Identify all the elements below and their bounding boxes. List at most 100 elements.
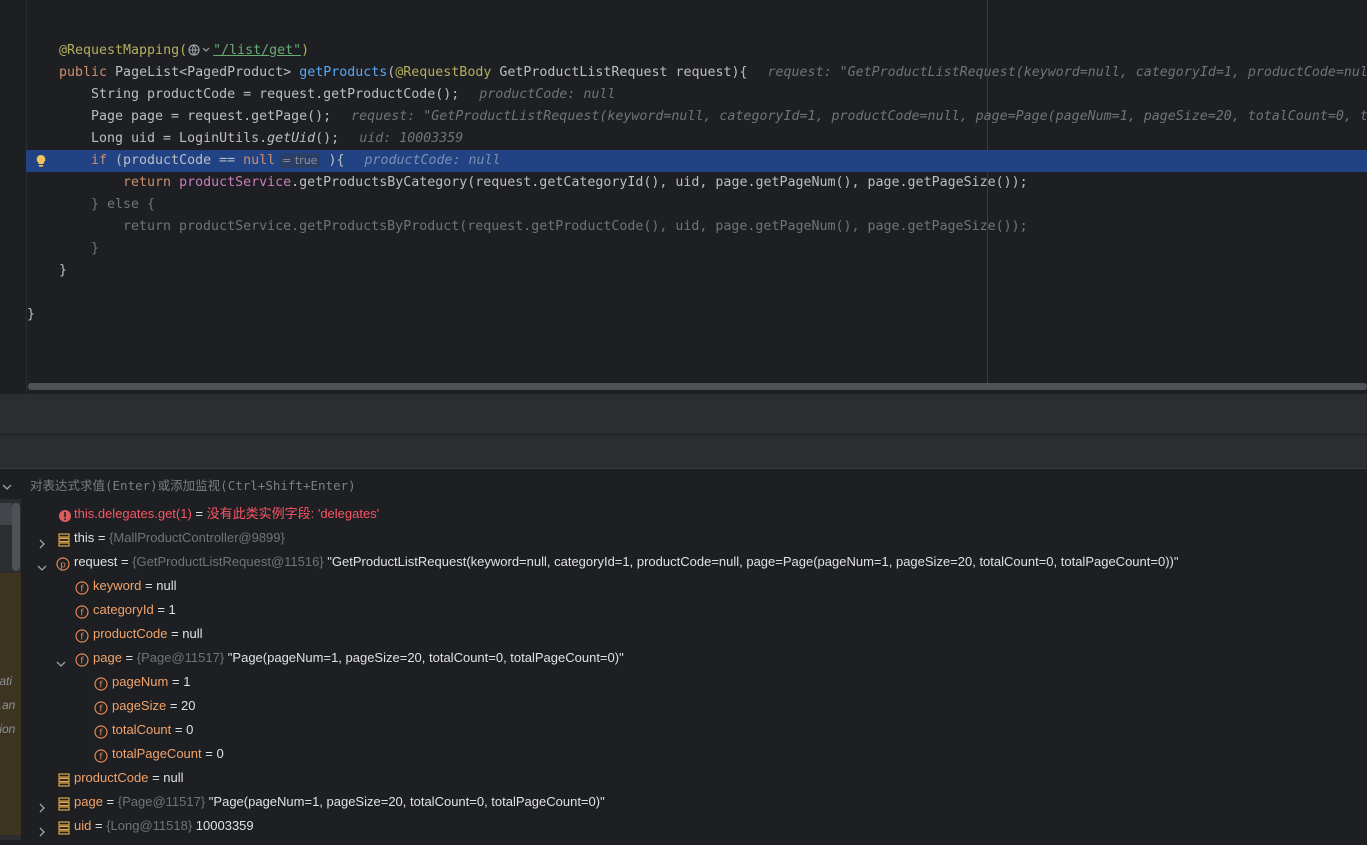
code-line-3[interactable]: Long uid = LoginUtils.getUid(); uid: 1000… (0, 128, 1367, 150)
keyword-else: else (107, 197, 140, 212)
request-mapping-path: "/list/get" (213, 43, 302, 58)
equals-sign: = (191, 506, 207, 521)
code-line-return-category[interactable]: return productService.getProductsByCateg… (0, 172, 1367, 194)
variables-panel[interactable]: this.delegates.get(1) = 没有此类实例字段: 'deleg… (22, 499, 1367, 840)
svg-text:f: f (99, 681, 103, 691)
code-line-close-class[interactable]: } (0, 304, 1367, 326)
execution-point-line[interactable]: if (productCode == null = true ){productC… (26, 150, 1367, 172)
frames-scrollbar[interactable] (12, 503, 20, 571)
code-line-2[interactable]: Page page = request.getPage(); request: "… (0, 106, 1367, 128)
brace: } (59, 263, 68, 278)
chevron-right-icon[interactable] (37, 821, 47, 837)
chevron-down-icon[interactable] (37, 557, 47, 571)
equals-sign: = (102, 794, 118, 809)
field-icon: f (94, 747, 108, 763)
frame-item[interactable]: tati (0, 674, 12, 688)
svg-text:p: p (60, 561, 66, 571)
equals-sign: = (167, 626, 183, 641)
code-line-method-signature[interactable]: public PageList<PagedProduct> getProduct… (0, 62, 1367, 84)
if-close: ){ (320, 153, 345, 168)
chevron-down-icon[interactable] (56, 653, 66, 667)
field-row-totalpagecount[interactable]: f totalPageCount = 0 (22, 742, 1367, 766)
chevron-down-icon[interactable] (2, 477, 12, 490)
frame-item[interactable]: tion (0, 722, 15, 736)
code-text-end: (); (315, 131, 340, 146)
variable-row-this[interactable]: this = {MallProductController@9899} (22, 526, 1367, 550)
variable-row-page[interactable]: page = {Page@11517} "Page(pageNum=1, pag… (22, 790, 1367, 814)
variable-row-request[interactable]: p request = {GetProductListRequest@11516… (22, 550, 1367, 574)
globe-icon[interactable] (187, 43, 213, 57)
keyword-if: if (91, 153, 108, 168)
frames-panel[interactable]: tati l.an tion (0, 499, 21, 840)
svg-text:f: f (99, 705, 103, 715)
field-name: pageSize (112, 698, 167, 713)
field-name: productCode (93, 626, 168, 641)
equals-sign: = (141, 578, 157, 593)
code-editor[interactable]: @RequestMapping("/list/get") public Page… (0, 0, 1367, 393)
code-line-annotation[interactable]: @RequestMapping("/list/get") (0, 40, 1367, 62)
field-value: 20 (181, 698, 196, 713)
variable-row-uid[interactable]: uid = {Long@11518} 10003359 (22, 814, 1367, 838)
code-line-else[interactable]: } else { (0, 194, 1367, 216)
field-name: page (93, 650, 122, 665)
field-row-totalcount[interactable]: f totalCount = 0 (22, 718, 1367, 742)
equals-sign: = (94, 530, 110, 545)
field-value: "Page(pageNum=1, pageSize=20, totalCount… (224, 650, 624, 665)
field-row-pagenum[interactable]: f pageNum = 1 (22, 670, 1367, 694)
code-line-close-method[interactable]: } (0, 260, 1367, 282)
keyword-null: null (243, 153, 276, 168)
inline-debug-hint: request: "GetProductListRequest(keyword=… (767, 65, 1367, 80)
static-method-call: getUid (267, 131, 316, 146)
if-condition: (productCode == (107, 153, 244, 168)
horizontal-scrollbar[interactable] (28, 383, 1367, 390)
field-row-categoryid[interactable]: f categoryId = 1 (22, 598, 1367, 622)
watch-row-error[interactable]: this.delegates.get(1) = 没有此类实例字段: 'deleg… (22, 502, 1367, 526)
chevron-right-icon[interactable] (37, 533, 47, 549)
frames-selected-row[interactable] (0, 503, 12, 525)
svg-text:f: f (80, 633, 84, 643)
keyword-return: return (123, 175, 172, 190)
svg-text:f: f (99, 753, 103, 763)
inline-debug-hint: uid: 10003359 (359, 131, 464, 146)
field-row-pagesize[interactable]: f pageSize = 20 (22, 694, 1367, 718)
else-open-brace: { (139, 197, 156, 212)
field-row-keyword[interactable]: f keyword = null (22, 574, 1367, 598)
equals-sign: = (166, 698, 182, 713)
field-icon: f (94, 723, 108, 739)
brace: } (91, 241, 100, 256)
svg-text:f: f (80, 609, 84, 619)
field-name: pageNum (112, 674, 169, 689)
equals-sign: = (201, 746, 217, 761)
code-line-1[interactable]: String productCode = request.getProductC… (0, 84, 1367, 106)
equals-sign: = (153, 602, 169, 617)
variable-icon (57, 819, 71, 835)
field-row-productcode[interactable]: f productCode = null (22, 622, 1367, 646)
variable-value: "GetProductListRequest(keyword=null, cat… (323, 554, 1179, 569)
object-reference: {GetProductListRequest@11516} (132, 554, 324, 569)
chevron-right-icon[interactable] (37, 797, 47, 813)
frame-item[interactable]: l.an (0, 698, 15, 712)
evaluate-expression-bar[interactable]: 对表达式求值(Enter)或添加监视(Ctrl+Shift+Enter) (0, 468, 1367, 500)
evaluate-expression-input[interactable]: 对表达式求值(Enter)或添加监视(Ctrl+Shift+Enter) (30, 475, 356, 494)
field-icon: f (94, 675, 108, 691)
object-reference: {MallProductController@9899} (109, 530, 285, 545)
code-text: Page page = request.getPage(); (91, 109, 332, 124)
variable-value: null (163, 770, 184, 785)
annotation-close: ) (301, 43, 310, 58)
field-value: 0 (186, 722, 194, 737)
variable-name: page (74, 794, 103, 809)
inline-debug-hint: productCode: null (479, 87, 616, 102)
code-line-close-inner[interactable]: } (0, 238, 1367, 260)
equals-sign: = (91, 818, 107, 833)
code-text: Long uid = LoginUtils. (91, 131, 268, 146)
return-type: PageList<PagedProduct> (107, 65, 300, 80)
code-line-return-product[interactable]: return productService.getProductsByProdu… (0, 216, 1367, 238)
error-icon (58, 507, 72, 522)
lightbulb-icon[interactable] (35, 153, 47, 167)
field-name: totalCount (112, 722, 172, 737)
variable-icon (57, 795, 71, 811)
svg-text:f: f (80, 585, 84, 595)
param-annotation: @RequestBody (395, 65, 492, 80)
variable-row-productcode[interactable]: productCode = null (22, 766, 1367, 790)
field-row-page[interactable]: f page = {Page@11517} "Page(pageNum=1, p… (22, 646, 1367, 670)
